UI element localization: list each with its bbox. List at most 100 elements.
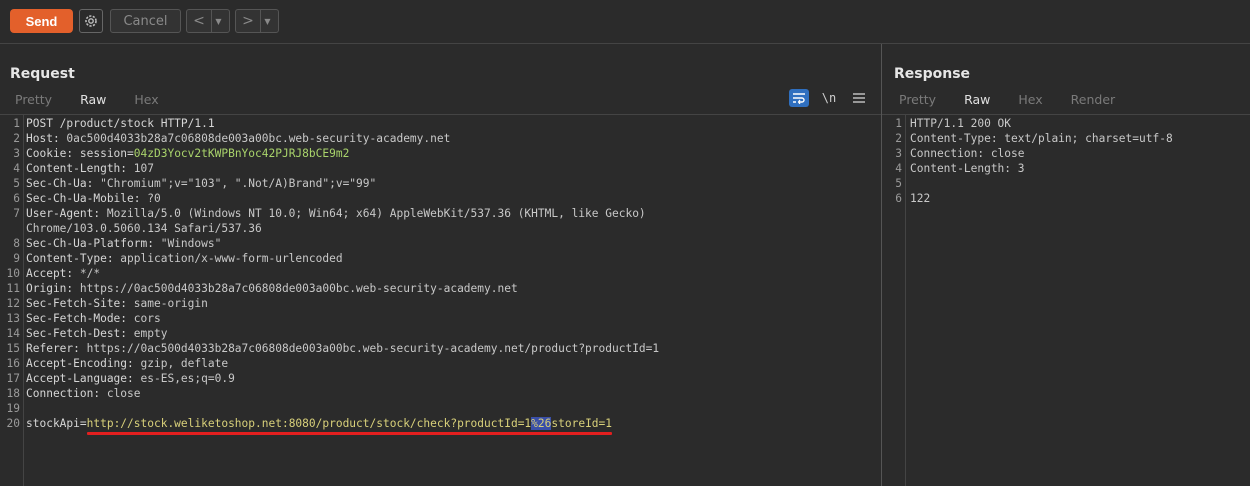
code-line: Referer: https://0ac500d4033b28a7c06808d… <box>26 341 659 356</box>
line-number: 6 <box>895 192 902 205</box>
code-line: Accept-Language: es-ES,es;q=0.9 <box>26 371 235 386</box>
code-line: Sec-Fetch-Site: same-origin <box>26 296 208 311</box>
line-number: 19 <box>6 402 20 415</box>
header-name: Sec-Ch-Ua-Platform: <box>26 237 154 250</box>
code-line: Sec-Fetch-Mode: cors <box>26 311 161 326</box>
tab-raw[interactable]: Raw <box>950 90 1005 116</box>
code-line: Content-Type: application/x-www-form-url… <box>26 251 343 266</box>
back-button[interactable]: < ▼ <box>186 9 230 33</box>
code-line: HTTP/1.1 200 OK <box>910 117 1012 130</box>
header-value: 0ac500d4033b28a7c06808de003a00bc.web-sec… <box>59 132 451 145</box>
header-name: Referer: <box>26 342 80 355</box>
code-line: Content-Type: text/plain; charset=utf-8 <box>910 132 1173 145</box>
code-line: Chrome/103.0.5060.134 Safari/537.36 <box>26 221 262 236</box>
request-editor[interactable]: 1 POST /product/stock HTTP/1.1 2 Host: 0ac5… <box>0 114 881 486</box>
header-name: Accept-Language: <box>26 372 134 385</box>
cancel-button[interactable]: Cancel <box>110 9 181 33</box>
tab-raw[interactable]: Raw <box>66 90 121 116</box>
chevron-right-icon: > <box>242 13 254 29</box>
line-number: 15 <box>6 342 20 355</box>
code-line: Sec-Ch-Ua: "Chromium";v="103", ".Not/A)B… <box>26 176 376 191</box>
header-value: close <box>100 387 141 400</box>
line-number: 12 <box>6 297 20 310</box>
response-editor[interactable]: 1 HTTP/1.1 200 OK 2 Content-Type: text/plai… <box>882 114 1250 486</box>
code-line: Accept: */* <box>26 266 100 281</box>
code-line: stockApi=http://stock.weliketoshop.net:8… <box>26 416 612 431</box>
word-wrap-button[interactable] <box>789 89 809 107</box>
code-line: Sec-Ch-Ua-Mobile: ?0 <box>26 191 161 206</box>
header-value: "Chromium";v="103", ".Not/A)Brand";v="99… <box>93 177 377 190</box>
selected-text: %26 <box>531 417 552 430</box>
header-name: stockApi= <box>26 417 87 430</box>
line-number: 9 <box>13 252 20 265</box>
line-number: 2 <box>895 132 902 145</box>
line-number: 10 <box>6 267 20 280</box>
line-number: 14 <box>6 327 20 340</box>
chevron-down-icon[interactable]: ▼ <box>211 10 225 32</box>
line-number: 8 <box>13 237 20 250</box>
header-name: Sec-Fetch-Mode: <box>26 312 128 325</box>
line-number: 5 <box>895 177 902 190</box>
chevron-left-icon: < <box>193 13 205 29</box>
line-number: 3 <box>895 147 902 160</box>
header-value: 107 <box>127 162 154 175</box>
word-wrap-icon <box>793 93 805 104</box>
header-value: cors <box>127 312 161 325</box>
tab-pretty[interactable]: Pretty <box>885 90 950 114</box>
code-line: Content-Length: 107 <box>26 161 154 176</box>
line-number: 4 <box>13 162 20 175</box>
header-value: gzip, deflate <box>133 357 229 370</box>
menu-button[interactable] <box>849 89 869 107</box>
header-name: Accept: <box>26 267 74 280</box>
header-name: POST /product/stock HTTP/1.1 <box>26 117 215 130</box>
code-line: Sec-Fetch-Dest: empty <box>26 326 167 341</box>
header-value: Chrome/103.0.5060.134 Safari/537.36 <box>26 222 262 235</box>
code-line: Accept-Encoding: gzip, deflate <box>26 356 228 371</box>
code-line: Sec-Ch-Ua-Platform: "Windows" <box>26 236 221 251</box>
tab-hex[interactable]: Hex <box>1004 90 1056 114</box>
header-value: "Windows" <box>153 237 222 250</box>
settings-button[interactable] <box>79 9 103 33</box>
hamburger-icon <box>853 93 865 103</box>
header-value: https://0ac500d4033b28a7c06808de003a00bc… <box>79 342 660 355</box>
header-name: Sec-Ch-Ua-Mobile: <box>26 192 141 205</box>
chevron-down-icon[interactable]: ▼ <box>260 10 274 32</box>
line-number: 3 <box>13 147 20 160</box>
forward-button[interactable]: > ▼ <box>235 9 279 33</box>
response-tabs: Pretty Raw Hex Render <box>885 90 1130 116</box>
header-value: ?0 <box>140 192 161 205</box>
toolbar: Send Cancel < ▼ > ▼ <box>0 0 1250 44</box>
code-line: 122 <box>910 192 931 205</box>
annotation-underline <box>87 432 612 435</box>
header-name: Content-Length: <box>26 162 128 175</box>
cookie-value: 04zD3Yocv2tKWPBnYoc42PJRJ8bCE9m2 <box>133 147 350 160</box>
header-value: Mozilla/5.0 (Windows NT 10.0; Win64; x64… <box>100 207 646 220</box>
code-line: Origin: https://0ac500d4033b28a7c06808de… <box>26 281 518 296</box>
header-name: Sec-Fetch-Dest: <box>26 327 128 340</box>
line-number: 11 <box>6 282 20 295</box>
code-line: POST /product/stock HTTP/1.1 <box>26 116 215 131</box>
header-name: Host: <box>26 132 60 145</box>
tab-hex[interactable]: Hex <box>120 90 172 114</box>
line-number: 2 <box>13 132 20 145</box>
param-value: storeId=1 <box>551 417 613 430</box>
header-name: Content-Type: <box>26 252 114 265</box>
line-number: 18 <box>6 387 20 400</box>
param-value: http://stock.weliketoshop.net:8080/produ… <box>86 417 532 430</box>
header-value: https://0ac500d4033b28a7c06808de003a00bc… <box>73 282 518 295</box>
request-tabs: Pretty Raw Hex <box>1 90 173 116</box>
newline-toggle[interactable]: \n <box>819 89 839 107</box>
header-name: Origin: <box>26 282 74 295</box>
header-name: User-Agent: <box>26 207 101 220</box>
tab-pretty[interactable]: Pretty <box>1 90 66 114</box>
tab-render[interactable]: Render <box>1057 90 1130 114</box>
header-value: */* <box>73 267 101 280</box>
request-title: Request <box>10 66 75 82</box>
code-line: Connection: close <box>910 147 1025 160</box>
code-line: Cookie: session=04zD3Yocv2tKWPBnYoc42PJR… <box>26 146 349 161</box>
line-number: 4 <box>895 162 902 175</box>
header-name: Cookie: session= <box>26 147 134 160</box>
header-name: Sec-Fetch-Site: <box>26 297 128 310</box>
code-line: Connection: close <box>26 386 141 401</box>
send-button[interactable]: Send <box>10 9 73 33</box>
